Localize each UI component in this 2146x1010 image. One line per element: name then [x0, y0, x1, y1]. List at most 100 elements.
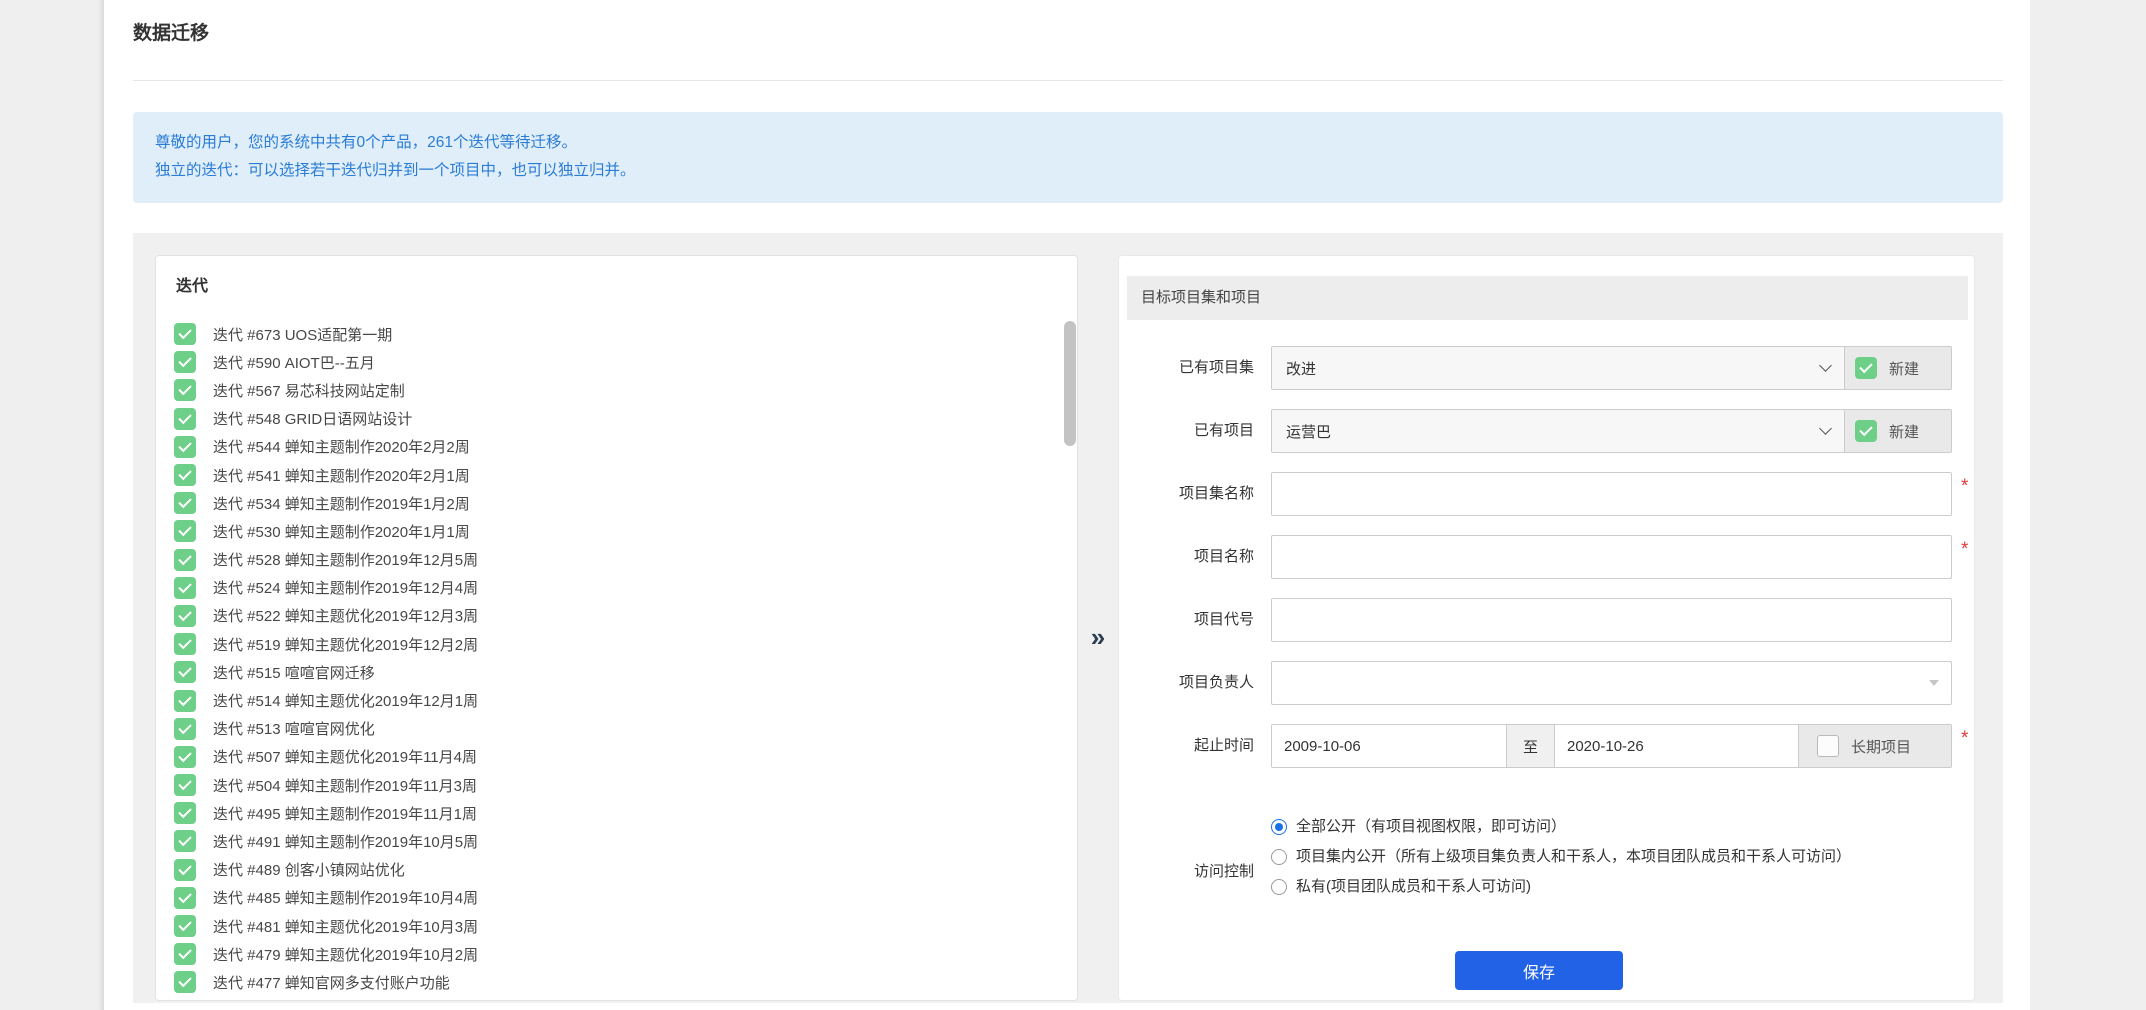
list-item[interactable]: 迭代 #491 蝉知主题制作2019年10月5周 — [156, 827, 1077, 855]
checked-checkbox-icon[interactable] — [174, 689, 196, 712]
list-item[interactable]: 迭代 #485 蝉知主题制作2019年10月4周 — [156, 884, 1077, 912]
list-item[interactable]: 迭代 #479 蝉知主题优化2019年10月2周 — [156, 940, 1077, 968]
list-item[interactable]: 迭代 #522 蝉知主题优化2019年12月3周 — [156, 602, 1077, 630]
iteration-panel-title: 迭代 — [176, 278, 209, 295]
checked-checkbox-icon[interactable] — [174, 943, 196, 966]
list-item[interactable]: 迭代 #541 蝉知主题制作2020年2月1周 — [156, 461, 1077, 489]
program-name-input[interactable] — [1271, 472, 1952, 516]
checked-checkbox-icon[interactable] — [174, 633, 196, 656]
existing-project-label: 已有项目 — [1193, 422, 1254, 439]
iteration-label: 迭代 #544 蝉知主题制作2020年2月2周 — [213, 439, 470, 457]
left-page-gutter — [0, 0, 104, 1010]
checked-checkbox-icon[interactable] — [1855, 357, 1877, 379]
list-item[interactable]: 迭代 #673 UOS适配第一期 — [156, 320, 1077, 348]
collapse-panel-icon[interactable]: » — [1078, 623, 1118, 653]
checked-checkbox-icon[interactable] — [174, 464, 196, 487]
iteration-label: 迭代 #491 蝉知主题制作2019年10月5周 — [213, 833, 479, 851]
checked-checkbox-icon[interactable] — [174, 745, 196, 768]
existing-program-value: 改进 — [1286, 360, 1317, 378]
new-program-toggle[interactable]: 新建 — [1845, 346, 1952, 390]
checked-checkbox-icon[interactable] — [174, 604, 196, 627]
list-item[interactable]: 迭代 #514 蝉知主题优化2019年12月1周 — [156, 686, 1077, 714]
new-project-toggle[interactable]: 新建 — [1845, 409, 1952, 453]
required-asterisk: * — [1961, 476, 1969, 497]
checked-checkbox-icon[interactable] — [174, 520, 196, 543]
list-item[interactable]: 迭代 #519 蝉知主题优化2019年12月2周 — [156, 630, 1077, 658]
checked-checkbox-icon[interactable] — [174, 351, 196, 374]
iteration-label: 迭代 #530 蝉知主题制作2020年1月1周 — [213, 523, 470, 541]
list-item[interactable]: 迭代 #495 蝉知主题制作2019年11月1周 — [156, 799, 1077, 827]
radio-selected-icon[interactable] — [1271, 819, 1287, 835]
list-item[interactable]: 迭代 #524 蝉知主题制作2019年12月4周 — [156, 574, 1077, 602]
iteration-label: 迭代 #481 蝉知主题优化2019年10月3周 — [213, 918, 479, 936]
access-option-label: 私有(项目团队成员和干系人可访问) — [1296, 878, 1531, 895]
required-asterisk: * — [1961, 728, 1969, 749]
iteration-label: 迭代 #548 GRID日语网站设计 — [213, 411, 413, 429]
checked-checkbox-icon[interactable] — [174, 576, 196, 599]
access-option-label: 全部公开（有项目视图权限，即可访问） — [1296, 818, 1567, 835]
project-name-label: 项目名称 — [1193, 548, 1254, 565]
radio-unselected-icon[interactable] — [1271, 849, 1287, 865]
list-item[interactable] — [156, 997, 1077, 1000]
checked-checkbox-icon[interactable] — [174, 435, 196, 458]
list-item[interactable]: 迭代 #530 蝉知主题制作2020年1月1周 — [156, 517, 1077, 545]
existing-project-select[interactable]: 运营巴 — [1271, 409, 1845, 453]
list-item[interactable]: 迭代 #528 蝉知主题制作2019年12月5周 — [156, 546, 1077, 574]
list-item[interactable]: 迭代 #513 喧喧官网优化 — [156, 715, 1077, 743]
unchecked-checkbox-icon[interactable] — [1817, 735, 1839, 757]
checked-checkbox-icon[interactable] — [174, 915, 196, 938]
list-item[interactable]: 迭代 #504 蝉知主题制作2019年11月3周 — [156, 771, 1077, 799]
save-button[interactable]: 保存 — [1455, 951, 1623, 990]
list-item[interactable]: 迭代 #548 GRID日语网站设计 — [156, 405, 1077, 433]
checked-checkbox-icon[interactable] — [174, 717, 196, 740]
access-option-open[interactable]: 全部公开（有项目视图权限，即可访问） — [1271, 812, 1952, 842]
dropdown-arrow-icon — [1929, 680, 1939, 686]
iteration-label: 迭代 #519 蝉知主题优化2019年12月2周 — [213, 636, 479, 654]
iteration-label: 迭代 #528 蝉知主题制作2019年12月5周 — [213, 552, 479, 570]
checked-checkbox-icon[interactable] — [174, 323, 196, 346]
banner-line-2: 独立的迭代：可以选择若干迭代归并到一个项目中，也可以独立归并。 — [155, 162, 636, 179]
iteration-list: 迭代 #673 UOS适配第一期 迭代 #590 AIOT巴--五月 迭代 #5… — [156, 320, 1077, 1000]
list-item[interactable]: 迭代 #507 蝉知主题优化2019年11月4周 — [156, 743, 1077, 771]
migration-panels-container: 迭代 迭代 #673 UOS适配第一期 迭代 #590 AIOT巴--五月 迭代… — [133, 233, 2003, 1003]
checked-checkbox-icon[interactable] — [174, 661, 196, 684]
existing-program-select[interactable]: 改进 — [1271, 346, 1845, 390]
access-control-label: 访问控制 — [1193, 863, 1254, 880]
project-manager-select[interactable] — [1271, 661, 1952, 705]
list-item[interactable]: 迭代 #567 易芯科技网站定制 — [156, 376, 1077, 404]
end-date-input[interactable] — [1555, 724, 1799, 768]
project-name-input[interactable] — [1271, 535, 1952, 579]
list-item[interactable]: 迭代 #544 蝉知主题制作2020年2月2周 — [156, 433, 1077, 461]
checked-checkbox-icon[interactable] — [174, 886, 196, 909]
radio-unselected-icon[interactable] — [1271, 879, 1287, 895]
scrollbar-thumb[interactable] — [1064, 321, 1076, 446]
checked-checkbox-icon[interactable] — [174, 802, 196, 825]
long-term-toggle[interactable]: 长期项目 — [1799, 724, 1952, 768]
checked-checkbox-icon[interactable] — [174, 830, 196, 853]
checked-checkbox-icon[interactable] — [174, 492, 196, 515]
access-option-program[interactable]: 项目集内公开（所有上级项目集负责人和干系人，本项目团队成员和干系人可访问） — [1271, 842, 1952, 872]
access-control-group: 全部公开（有项目视图权限，即可访问） 项目集内公开（所有上级项目集负责人和干系人… — [1271, 812, 1952, 902]
iteration-label: 迭代 #513 喧喧官网优化 — [213, 721, 375, 739]
program-name-label: 项目集名称 — [1178, 485, 1254, 502]
iteration-label: 迭代 #485 蝉知主题制作2019年10月4周 — [213, 890, 479, 908]
checked-checkbox-icon[interactable] — [174, 379, 196, 402]
project-code-input[interactable] — [1271, 598, 1952, 642]
list-item[interactable]: 迭代 #489 创客小镇网站优化 — [156, 856, 1077, 884]
checked-checkbox-icon[interactable] — [174, 774, 196, 797]
checked-checkbox-icon[interactable] — [174, 548, 196, 571]
checked-checkbox-icon[interactable] — [174, 858, 196, 881]
list-item[interactable]: 迭代 #590 AIOT巴--五月 — [156, 348, 1077, 376]
checked-checkbox-icon[interactable] — [174, 407, 196, 430]
iteration-label: 迭代 #507 蝉知主题优化2019年11月4周 — [213, 749, 477, 767]
start-date-input[interactable] — [1271, 724, 1507, 768]
checked-checkbox-icon[interactable] — [1855, 420, 1877, 442]
list-item[interactable]: 迭代 #477 蝉知官网多支付账户功能 — [156, 968, 1077, 996]
list-item[interactable]: 迭代 #534 蝉知主题制作2019年1月2周 — [156, 489, 1077, 517]
access-option-private[interactable]: 私有(项目团队成员和干系人可访问) — [1271, 872, 1952, 902]
checked-checkbox-icon[interactable] — [174, 971, 196, 994]
list-item[interactable]: 迭代 #515 喧喧官网迁移 — [156, 658, 1077, 686]
new-project-label: 新建 — [1889, 423, 1920, 441]
list-item[interactable]: 迭代 #481 蝉知主题优化2019年10月3周 — [156, 912, 1077, 940]
project-manager-label: 项目负责人 — [1178, 674, 1254, 691]
